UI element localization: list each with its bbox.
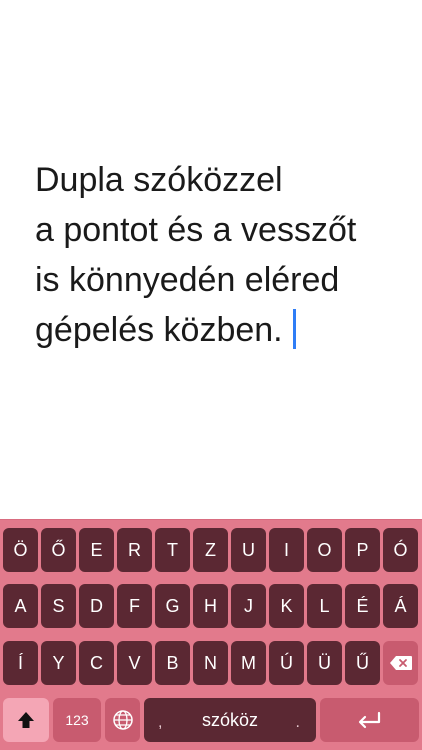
key-o-acute[interactable]: Ó <box>383 528 418 572</box>
keyboard: Ö Ő E R T Z U I O P Ó A S D F G H J K L … <box>0 519 422 750</box>
key-y[interactable]: Y <box>41 641 76 685</box>
key-u-double-acute[interactable]: Ű <box>345 641 380 685</box>
return-arrow-icon <box>356 711 384 729</box>
key-m[interactable]: M <box>231 641 266 685</box>
key-r[interactable]: R <box>117 528 152 572</box>
key-j[interactable]: J <box>231 584 266 628</box>
key-u-acute[interactable]: Ú <box>269 641 304 685</box>
key-i[interactable]: I <box>269 528 304 572</box>
text-line-4-text: gépelés közben. <box>35 311 283 349</box>
key-b[interactable]: B <box>155 641 190 685</box>
key-h[interactable]: H <box>193 584 228 628</box>
keyboard-row-3: Í Y C V B N M Ú Ü Ű <box>0 641 422 685</box>
key-t[interactable]: T <box>155 528 190 572</box>
keyboard-row-2: A S D F G H J K L É Á <box>0 584 422 628</box>
key-v[interactable]: V <box>117 641 152 685</box>
key-k[interactable]: K <box>269 584 304 628</box>
delete-key[interactable] <box>383 641 418 685</box>
key-f[interactable]: F <box>117 584 152 628</box>
keyboard-row-1: Ö Ő E R T Z U I O P Ó <box>0 528 422 572</box>
space-key[interactable]: , szóköz . <box>144 698 316 742</box>
key-c[interactable]: C <box>79 641 114 685</box>
text-cursor <box>292 309 296 349</box>
key-g[interactable]: G <box>155 584 190 628</box>
space-key-label: szóköz <box>201 709 259 730</box>
backspace-icon <box>389 655 413 671</box>
key-d[interactable]: D <box>79 584 114 628</box>
shift-arrow-icon <box>16 710 36 730</box>
text-line-4: gépelés közben. <box>35 305 405 355</box>
globe-icon <box>112 709 134 731</box>
text-editor[interactable]: Dupla szóközzel a pontot és a vesszőt is… <box>35 155 405 355</box>
key-o[interactable]: O <box>307 528 342 572</box>
shift-key[interactable] <box>3 698 49 742</box>
key-p[interactable]: P <box>345 528 380 572</box>
globe-key[interactable] <box>105 698 140 742</box>
key-o-diaeresis[interactable]: Ö <box>3 528 38 572</box>
key-s[interactable]: S <box>41 584 76 628</box>
text-line-1: Dupla szóközzel <box>35 161 283 199</box>
key-z[interactable]: Z <box>193 528 228 572</box>
space-dot-hint: . <box>295 714 300 731</box>
screen: Dupla szóközzel a pontot és a vesszőt is… <box>0 0 422 750</box>
key-a-acute[interactable]: Á <box>383 584 418 628</box>
text-line-3: is könnyedén eléred <box>35 261 340 299</box>
key-e[interactable]: E <box>79 528 114 572</box>
key-i-acute[interactable]: Í <box>3 641 38 685</box>
key-u-diaeresis[interactable]: Ü <box>307 641 342 685</box>
key-l[interactable]: L <box>307 584 342 628</box>
space-comma-hint: , <box>158 714 163 731</box>
text-line-2: a pontot és a vesszőt <box>35 211 357 249</box>
key-u[interactable]: U <box>231 528 266 572</box>
numbers-key[interactable]: 123 <box>53 698 101 742</box>
key-n[interactable]: N <box>193 641 228 685</box>
key-o-double-acute[interactable]: Ő <box>41 528 76 572</box>
keyboard-row-4: 123 , szóköz . <box>0 698 422 742</box>
return-key[interactable] <box>320 698 419 742</box>
key-a[interactable]: A <box>3 584 38 628</box>
key-e-acute[interactable]: É <box>345 584 380 628</box>
